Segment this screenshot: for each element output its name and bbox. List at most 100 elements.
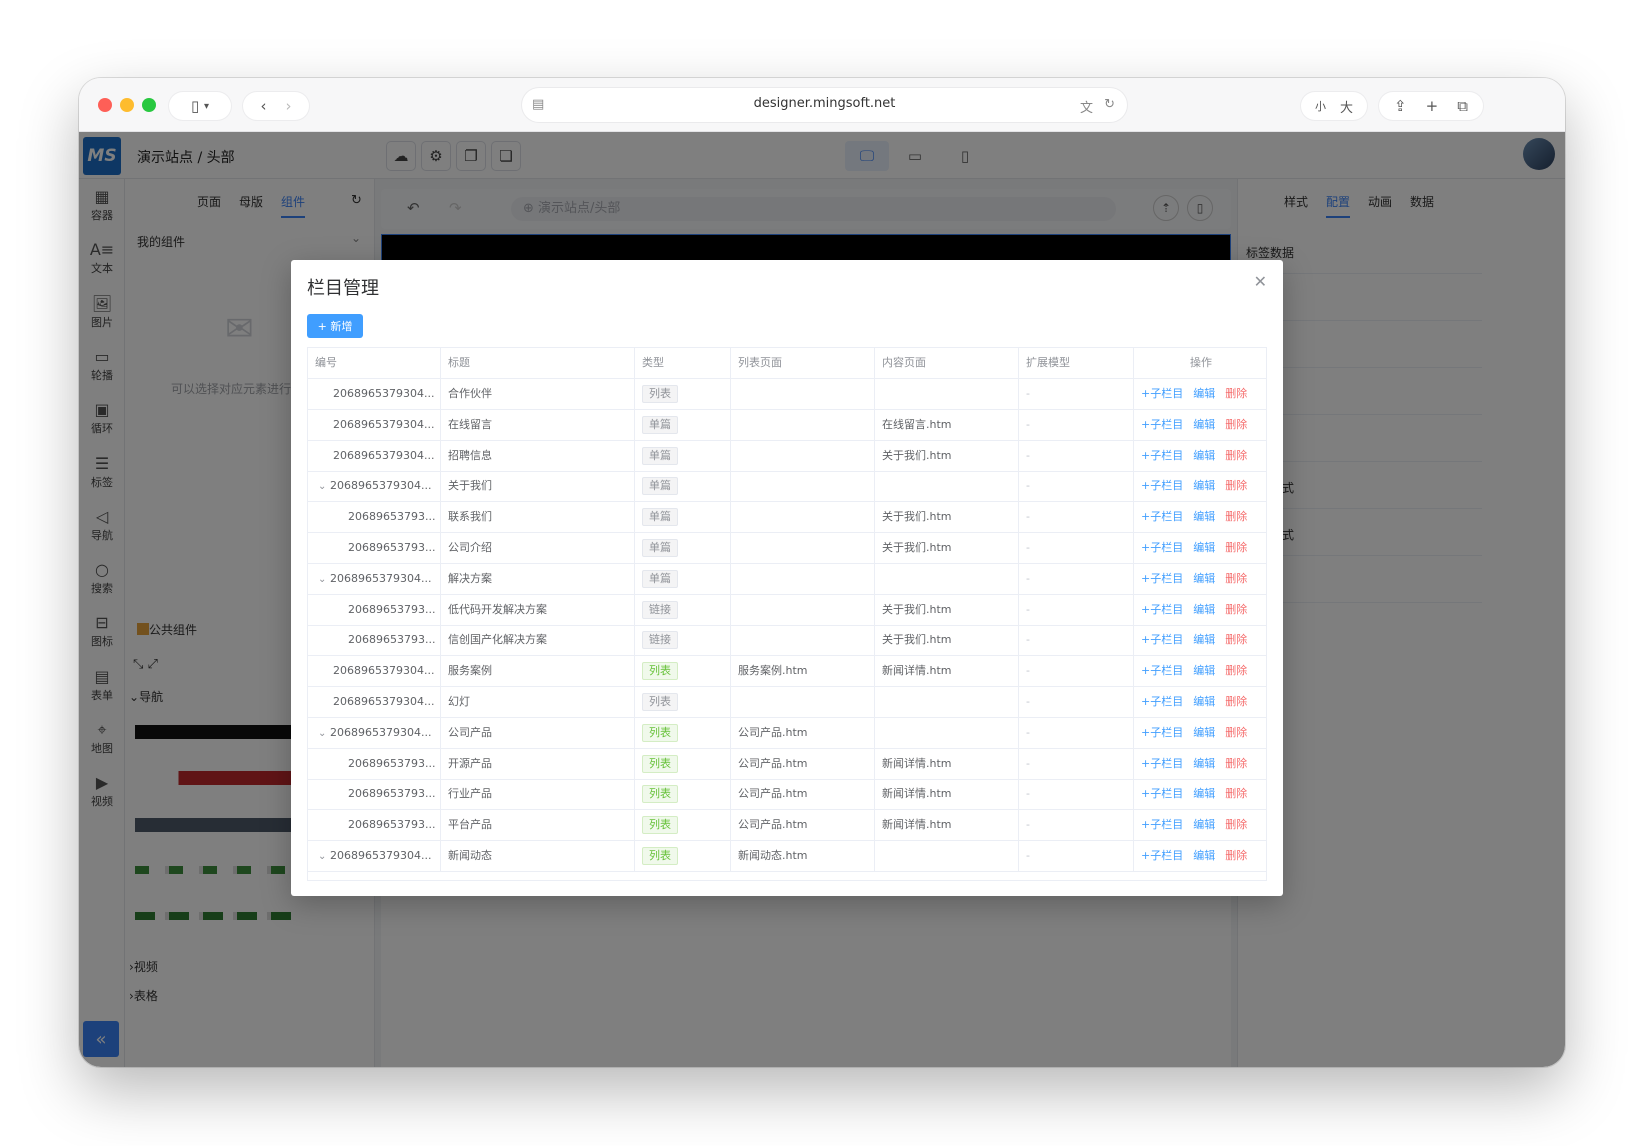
expand-row-icon[interactable]: ⌄ bbox=[318, 472, 330, 502]
edit-button[interactable]: 编辑 bbox=[1193, 603, 1215, 616]
delete-button[interactable]: 删除 bbox=[1225, 387, 1247, 400]
list-page: 服务案例.htm bbox=[738, 664, 808, 678]
new-tab-icon[interactable]: + bbox=[1426, 97, 1439, 115]
table-cell: 列表 bbox=[635, 379, 731, 410]
maximize-window-button[interactable] bbox=[142, 98, 156, 112]
delete-button[interactable]: 删除 bbox=[1225, 603, 1247, 616]
table-cell: 合作伙伴 bbox=[441, 379, 635, 410]
text-size-control: 小 大 bbox=[1301, 92, 1367, 120]
edit-button[interactable]: 编辑 bbox=[1193, 510, 1215, 523]
table-cell: 解决方案 bbox=[441, 563, 635, 595]
column-header: 内容页面 bbox=[875, 348, 1019, 379]
table-cell: 20689653793... bbox=[308, 502, 441, 534]
table-row: 20689653793... 开源产品 列表 公司产品.htm 新闻详情.htm - +子栏… bbox=[308, 748, 1266, 780]
add-child-button[interactable]: +子栏目 bbox=[1141, 695, 1183, 708]
delete-button[interactable]: 删除 bbox=[1225, 664, 1247, 677]
tabs-overview-icon[interactable]: ⧉ bbox=[1457, 97, 1468, 115]
table-cell: 列表 bbox=[635, 687, 731, 718]
text-larger-button[interactable]: 大 bbox=[1340, 97, 1353, 116]
table-cell: 列表 bbox=[635, 656, 731, 688]
delete-button[interactable]: 删除 bbox=[1225, 541, 1247, 554]
add-child-button[interactable]: +子栏目 bbox=[1141, 664, 1183, 677]
edit-button[interactable]: 编辑 bbox=[1193, 757, 1215, 770]
type-tag: 列表 bbox=[642, 754, 678, 773]
delete-button[interactable]: 删除 bbox=[1225, 633, 1247, 646]
browser-window: ▯ ▾ ‹ › ▤ designer.mingsoft.net 文 ↻ 小 大 … bbox=[79, 78, 1565, 1067]
expand-row-icon[interactable]: ⌄ bbox=[318, 842, 330, 872]
edit-button[interactable]: 编辑 bbox=[1193, 849, 1215, 862]
edit-button[interactable]: 编辑 bbox=[1193, 726, 1215, 739]
content-page: 关于我们.htm bbox=[882, 541, 952, 554]
back-icon[interactable]: ‹ bbox=[260, 97, 266, 115]
add-child-button[interactable]: +子栏目 bbox=[1141, 726, 1183, 739]
category-title: 信创国产化解决方案 bbox=[448, 633, 547, 647]
edit-button[interactable]: 编辑 bbox=[1193, 818, 1215, 831]
minimize-window-button[interactable] bbox=[120, 98, 134, 112]
table-cell: - bbox=[1019, 594, 1134, 626]
add-child-button[interactable]: +子栏目 bbox=[1141, 449, 1183, 462]
delete-button[interactable]: 删除 bbox=[1225, 787, 1247, 800]
close-window-button[interactable] bbox=[98, 98, 112, 112]
add-category-button[interactable]: + 新增 bbox=[307, 314, 363, 338]
reload-icon[interactable]: ↻ bbox=[1104, 97, 1115, 112]
delete-button[interactable]: 删除 bbox=[1225, 818, 1247, 831]
add-child-button[interactable]: +子栏目 bbox=[1141, 603, 1183, 616]
delete-button[interactable]: 删除 bbox=[1225, 726, 1247, 739]
delete-button[interactable]: 删除 bbox=[1225, 510, 1247, 523]
share-icon[interactable]: ⇪ bbox=[1394, 97, 1407, 115]
category-id: 20689653793... bbox=[348, 818, 436, 832]
add-child-button[interactable]: +子栏目 bbox=[1141, 818, 1183, 831]
content-page: 关于我们.htm bbox=[882, 602, 952, 616]
delete-button[interactable]: 删除 bbox=[1225, 572, 1247, 585]
extension-model: - bbox=[1026, 602, 1030, 616]
edit-button[interactable]: 编辑 bbox=[1193, 572, 1215, 585]
edit-button[interactable]: 编辑 bbox=[1193, 449, 1215, 462]
delete-button[interactable]: 删除 bbox=[1225, 479, 1247, 492]
sidebar-toggle-button[interactable]: ▯ ▾ bbox=[169, 92, 231, 120]
category-title: 公司产品 bbox=[448, 725, 492, 739]
add-child-button[interactable]: +子栏目 bbox=[1141, 787, 1183, 800]
address-bar[interactable]: ▤ designer.mingsoft.net 文 ↻ bbox=[522, 88, 1127, 122]
forward-icon[interactable]: › bbox=[286, 97, 292, 115]
expand-row-icon[interactable]: ⌄ bbox=[318, 719, 330, 749]
edit-button[interactable]: 编辑 bbox=[1193, 787, 1215, 800]
table-cell: 公司产品.htm bbox=[731, 717, 875, 749]
table-cell: +子栏目 编辑 删除 bbox=[1134, 595, 1266, 626]
add-child-button[interactable]: +子栏目 bbox=[1141, 849, 1183, 862]
table-cell: 20689653793... bbox=[308, 779, 441, 811]
table-cell: 服务案例.htm bbox=[731, 656, 875, 688]
expand-row-icon[interactable]: ⌄ bbox=[318, 565, 330, 595]
add-child-button[interactable]: +子栏目 bbox=[1141, 387, 1183, 400]
edit-button[interactable]: 编辑 bbox=[1193, 418, 1215, 431]
edit-button[interactable]: 编辑 bbox=[1193, 479, 1215, 492]
type-tag: 列表 bbox=[642, 785, 678, 804]
table-cell: +子栏目 编辑 删除 bbox=[1134, 410, 1266, 441]
table-cell: 20689653793... bbox=[308, 810, 441, 842]
delete-button[interactable]: 删除 bbox=[1225, 757, 1247, 770]
table-cell: 2068965379304... bbox=[308, 409, 441, 441]
close-icon[interactable]: ✕ bbox=[1254, 272, 1267, 291]
translate-icon[interactable]: 文 bbox=[1080, 97, 1093, 116]
add-child-button[interactable]: +子栏目 bbox=[1141, 479, 1183, 492]
delete-button[interactable]: 删除 bbox=[1225, 418, 1247, 431]
table-cell: - bbox=[1019, 810, 1134, 842]
edit-button[interactable]: 编辑 bbox=[1193, 387, 1215, 400]
add-child-button[interactable]: +子栏目 bbox=[1141, 572, 1183, 585]
delete-button[interactable]: 删除 bbox=[1225, 849, 1247, 862]
edit-button[interactable]: 编辑 bbox=[1193, 633, 1215, 646]
delete-button[interactable]: 删除 bbox=[1225, 449, 1247, 462]
type-tag: 单篇 bbox=[642, 415, 678, 434]
edit-button[interactable]: 编辑 bbox=[1193, 695, 1215, 708]
category-title: 平台产品 bbox=[448, 818, 492, 832]
add-child-button[interactable]: +子栏目 bbox=[1141, 418, 1183, 431]
add-child-button[interactable]: +子栏目 bbox=[1141, 633, 1183, 646]
table-cell: 2068965379304... bbox=[308, 656, 441, 688]
add-child-button[interactable]: +子栏目 bbox=[1141, 757, 1183, 770]
add-child-button[interactable]: +子栏目 bbox=[1141, 541, 1183, 554]
text-smaller-button[interactable]: 小 bbox=[1315, 98, 1326, 114]
table-cell: 新闻详情.htm bbox=[875, 656, 1019, 688]
edit-button[interactable]: 编辑 bbox=[1193, 541, 1215, 554]
delete-button[interactable]: 删除 bbox=[1225, 695, 1247, 708]
edit-button[interactable]: 编辑 bbox=[1193, 664, 1215, 677]
add-child-button[interactable]: +子栏目 bbox=[1141, 510, 1183, 523]
